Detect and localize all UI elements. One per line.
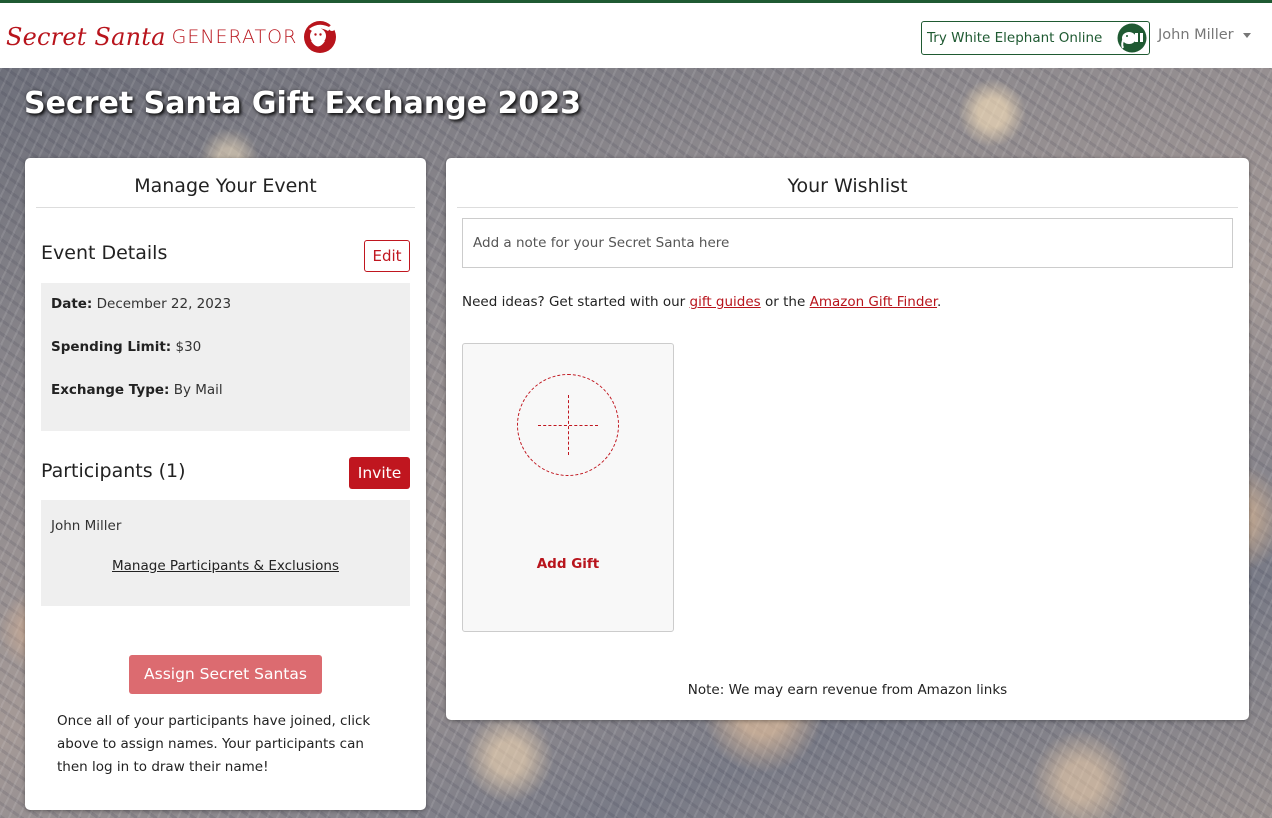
gift-guides-link[interactable]: gift guides [690,294,761,310]
try-white-elephant-label: Try White Elephant Online [927,30,1103,46]
exchange-type-row: Exchange Type: By Mail [51,382,223,398]
ideas-prefix: Need ideas? Get started with our [462,294,690,310]
page-title: Secret Santa Gift Exchange 2023 [24,86,581,121]
top-navbar: Secret Santa GENERATOR Try White Elephan… [0,0,1272,68]
date-row: Date: December 22, 2023 [51,296,231,312]
exchange-type-label: Exchange Type: [51,382,170,398]
try-white-elephant-button[interactable]: Try White Elephant Online [921,21,1150,55]
assign-secret-santas-button[interactable]: Assign Secret Santas [129,655,322,694]
brand-script-text: Secret Santa [6,23,166,51]
elephant-icon [1117,23,1147,53]
add-gift-card[interactable]: Add Gift [462,343,674,632]
user-name: John Miller [1158,27,1234,43]
santa-logo-icon [304,21,337,53]
wishlist-card: Your Wishlist Need ideas? Get started wi… [446,158,1249,720]
amazon-gift-finder-link[interactable]: Amazon Gift Finder [810,294,937,310]
add-gift-label: Add Gift [536,556,600,572]
manage-event-heading: Manage Your Event [36,158,415,208]
wishlist-heading: Your Wishlist [457,158,1238,208]
edit-button[interactable]: Edit [364,240,410,272]
participant-item: John Miller [51,518,122,534]
assign-help-text: Once all of your participants have joine… [57,713,371,775]
manage-event-card: Manage Your Event Event Details Edit Dat… [25,158,426,810]
participants-title: Participants (1) [41,460,186,482]
invite-button[interactable]: Invite [349,457,410,489]
brand-caps-text: GENERATOR [171,26,298,48]
manage-participants-link[interactable]: Manage Participants & Exclusions [41,558,410,574]
ideas-mid: or the [760,294,810,310]
date-label: Date: [51,296,93,312]
user-menu-dropdown[interactable]: John Miller [1158,27,1251,43]
chevron-down-icon [1242,32,1251,38]
date-value: December 22, 2023 [96,296,232,312]
brand-logo[interactable]: Secret Santa GENERATOR [6,17,337,57]
exchange-type-value: By Mail [173,382,223,398]
event-details-box: Date: December 22, 2023 Spending Limit: … [41,283,410,431]
amazon-revenue-note: Note: We may earn revenue from Amazon li… [687,682,1008,698]
spending-limit-label: Spending Limit: [51,339,172,355]
event-details-title: Event Details [41,242,168,264]
plus-icon [517,374,619,476]
participants-box: John Miller Manage Participants & Exclus… [41,500,410,606]
spending-limit-row: Spending Limit: $30 [51,339,201,355]
gift-ideas-text: Need ideas? Get started with our gift gu… [462,294,941,310]
spending-limit-value: $30 [175,339,202,355]
wishlist-note-input[interactable] [462,218,1233,268]
ideas-suffix: . [937,294,942,310]
